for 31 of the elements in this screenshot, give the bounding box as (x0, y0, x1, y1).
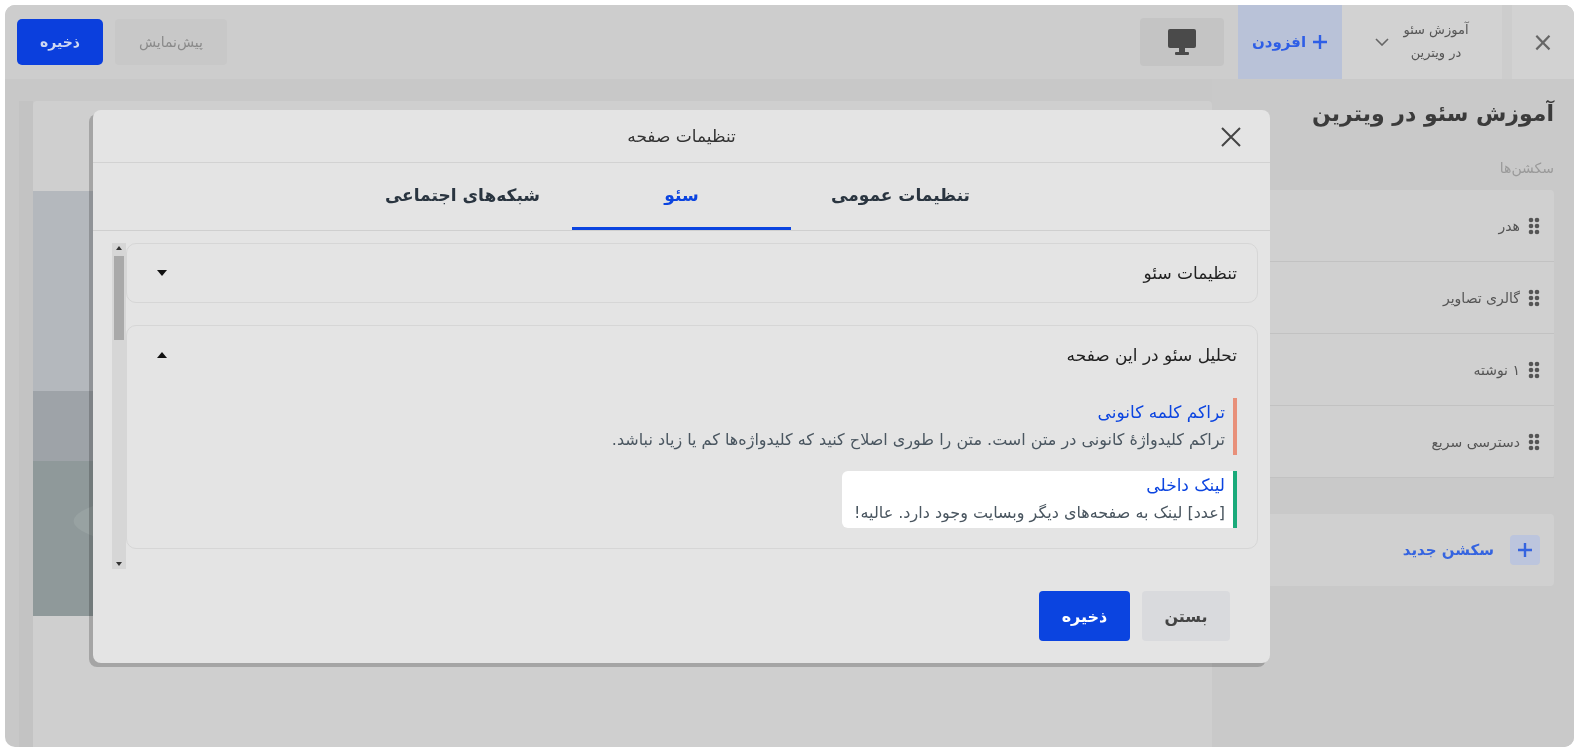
drag-handle-icon[interactable] (1528, 432, 1540, 451)
drag-handle-icon[interactable] (1528, 288, 1540, 307)
add-button[interactable]: افزودن (1238, 5, 1342, 79)
desktop-view-button[interactable] (1140, 18, 1224, 66)
scrollbar[interactable] (112, 243, 126, 569)
close-icon (1221, 127, 1241, 147)
caret-up-icon[interactable] (157, 352, 167, 358)
tab[interactable]: شبکه‌های اجتماعی (353, 163, 572, 230)
save-button[interactable]: ذخیره (1039, 591, 1130, 641)
drag-handle-icon[interactable] (1528, 360, 1540, 379)
plus-icon (1312, 34, 1329, 50)
analysis-text: تراکم کلیدواژهٔ کانونی در متن است. متن را طوری اصلاح کنید که کلیدواژه‌ها کم یا زیاد نباشد. (611, 430, 1225, 449)
analysis-title[interactable]: تراکم کلمه کانونی (611, 402, 1225, 422)
monitor-icon (1167, 28, 1197, 56)
close-button[interactable]: بستن (1142, 591, 1230, 641)
page-title: آموزش سئو در ویترین (1311, 101, 1554, 126)
caret-down-icon[interactable] (157, 270, 167, 276)
project-dropdown[interactable]: آموزش سئو در ویترین (1342, 5, 1502, 79)
dialog-title: تنظیمات صفحه (627, 126, 736, 146)
chevron-down-icon (1375, 38, 1390, 46)
close-button[interactable]: × (1512, 5, 1574, 79)
tab[interactable]: سئو (572, 163, 791, 230)
drag-handle-icon[interactable] (1528, 216, 1540, 235)
tab[interactable]: تنظیمات عمومی (791, 163, 1010, 230)
scrollbar-thumb[interactable] (114, 256, 124, 340)
analysis-title[interactable]: لینک داخلی (854, 475, 1225, 495)
save-button[interactable]: ذخیره (17, 19, 103, 65)
scrollbar[interactable] (19, 101, 33, 747)
scroll-up-icon[interactable] (116, 246, 122, 250)
plus-icon (1510, 535, 1540, 565)
analysis-text: [عدد] لینک به صفحه‌های دیگر وبسایت وجود دارد. عالیه! (854, 503, 1225, 522)
